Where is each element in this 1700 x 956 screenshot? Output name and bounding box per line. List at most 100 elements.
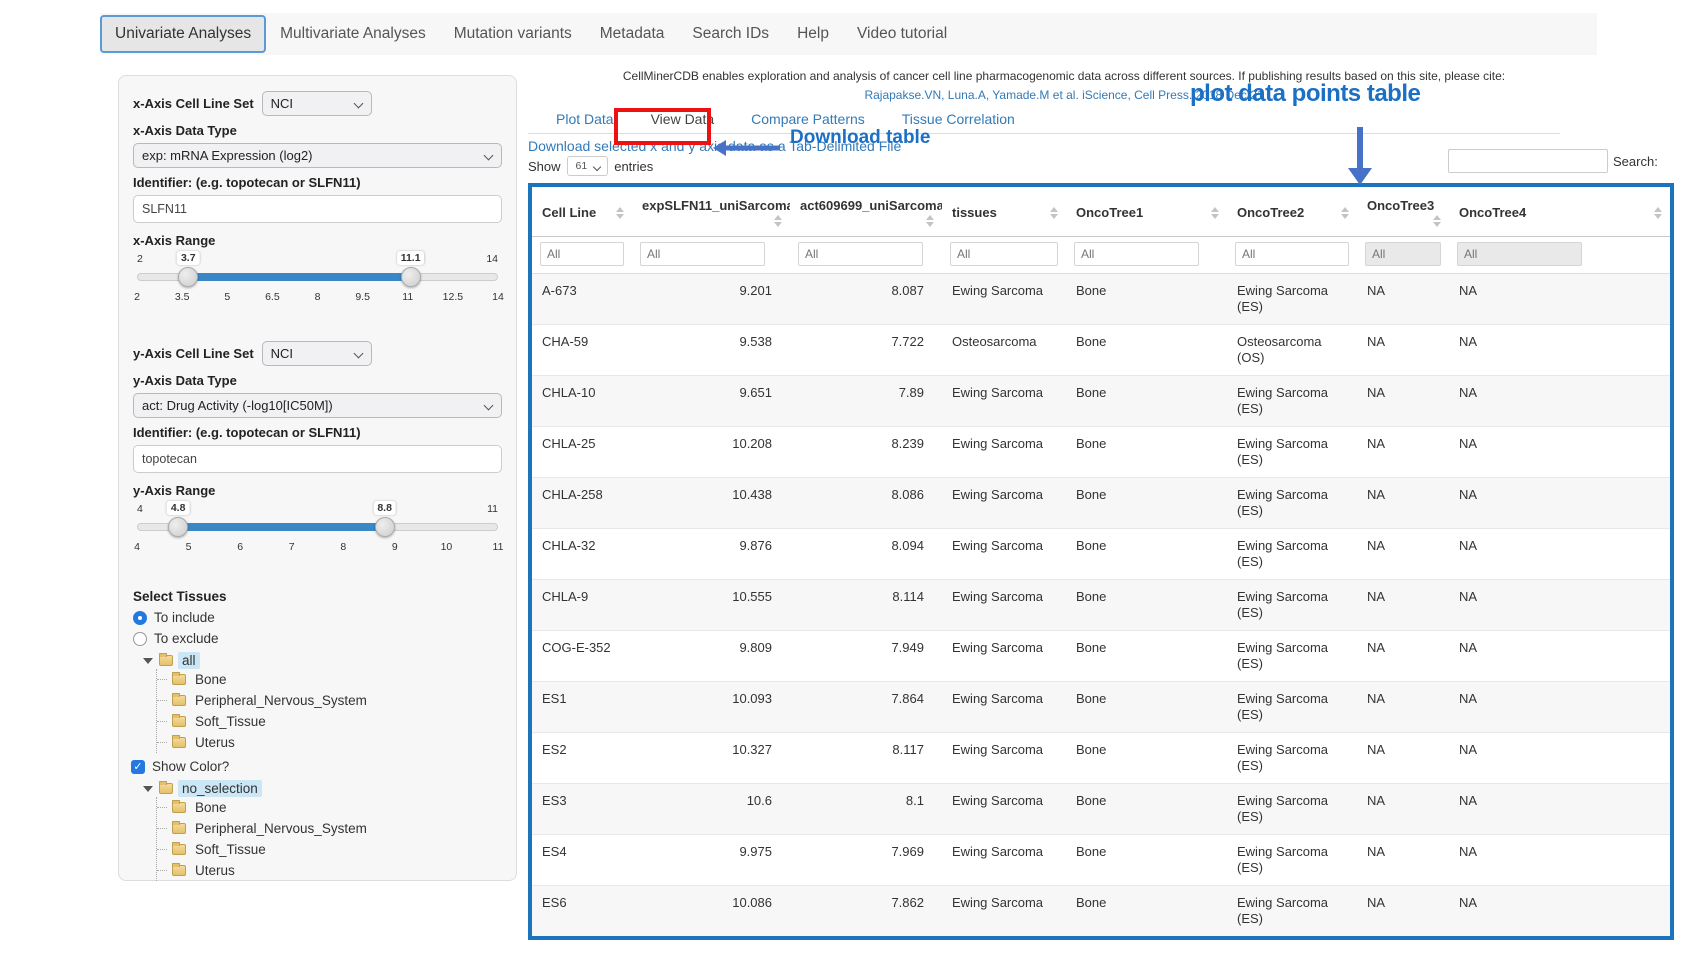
column-header-oncotree3[interactable]: OncoTree3 — [1357, 187, 1449, 237]
cell-tissues: Ewing Sarcoma — [942, 580, 1066, 631]
cell-expslfn11_unisarcoma: 10.208 — [632, 427, 790, 478]
sort-asc-icon — [616, 207, 624, 212]
nav-item-help[interactable]: Help — [783, 16, 843, 52]
tissue-select-tree-node-peripheral_nervous_system[interactable]: Peripheral_Nervous_System — [157, 690, 502, 711]
sort-icon[interactable] — [616, 207, 624, 219]
column-header-oncotree4[interactable]: OncoTree4 — [1449, 187, 1670, 237]
table-row[interactable]: CHLA-2510.2088.239Ewing SarcomaBoneEwing… — [532, 427, 1670, 478]
column-filter-input[interactable] — [640, 242, 765, 266]
sort-icon[interactable] — [1433, 215, 1441, 227]
cell-oncotree2: Ewing Sarcoma (ES) — [1227, 682, 1357, 733]
tissue-select-tree-root[interactable]: all — [143, 652, 502, 669]
column-header-act609699_unisarcoma[interactable]: act609699_uniSarcoma — [790, 187, 942, 237]
y-range-low-handle[interactable] — [168, 517, 188, 537]
nav-item-search-ids[interactable]: Search IDs — [678, 16, 783, 52]
x-axis-cell-line-set-select[interactable]: NCI — [262, 91, 372, 116]
cell-oncotree4: NA — [1449, 376, 1670, 427]
column-header-oncotree1[interactable]: OncoTree1 — [1066, 187, 1227, 237]
show-label: Show — [528, 159, 561, 174]
tissue-color-tree-node-soft_tissue[interactable]: Soft_Tissue — [157, 839, 502, 860]
table-row[interactable]: ES310.68.1Ewing SarcomaBoneEwing Sarcoma… — [532, 784, 1670, 835]
tissues-include-option[interactable]: To include — [133, 610, 502, 625]
table-row[interactable]: COG-E-3529.8097.949Ewing SarcomaBoneEwin… — [532, 631, 1670, 682]
show-color-option[interactable]: ✓ Show Color? — [131, 759, 502, 774]
table-row[interactable]: CHLA-910.5558.114Ewing SarcomaBoneEwing … — [532, 580, 1670, 631]
cell-oncotree3: NA — [1357, 529, 1449, 580]
citation-link[interactable]: Rajapakse.VN, Luna.A, Yamade.M et al. iS… — [528, 88, 1600, 102]
nav-item-metadata[interactable]: Metadata — [586, 16, 679, 52]
x-axis-data-type-select[interactable]: exp: mRNA Expression (log2) — [133, 143, 502, 168]
tissue-select-tree-node-soft_tissue[interactable]: Soft_Tissue — [157, 711, 502, 732]
table-row[interactable]: ES610.0867.862Ewing SarcomaBoneEwing Sar… — [532, 886, 1670, 937]
table-row[interactable]: ES710.7288.249Ewing SarcomaBoneEwing Sar… — [532, 937, 1670, 941]
sort-icon[interactable] — [1341, 207, 1349, 219]
column-filter-input[interactable] — [798, 242, 923, 266]
column-header-cell line[interactable]: Cell Line — [532, 187, 632, 237]
y-axis-data-type-select[interactable]: act: Drug Activity (-log10[IC50M]) — [133, 393, 502, 418]
y-axis-cell-line-set-select[interactable]: NCI — [262, 341, 372, 366]
sort-icon[interactable] — [774, 215, 782, 227]
cell-oncotree2: Ewing Sarcoma (ES) — [1227, 376, 1357, 427]
sort-icon[interactable] — [1211, 207, 1219, 219]
table-row[interactable]: ES49.9757.969Ewing SarcomaBoneEwing Sarc… — [532, 835, 1670, 886]
column-header-tissues[interactable]: tissues — [942, 187, 1066, 237]
column-header-expslfn11_unisarcoma[interactable]: expSLFN11_uniSarcoma — [632, 187, 790, 237]
nav-item-univariate-analyses[interactable]: Univariate Analyses — [100, 15, 266, 53]
tree-expander-icon[interactable] — [143, 658, 153, 664]
sort-icon[interactable] — [1654, 207, 1662, 219]
y-axis-range-slider[interactable]: 4114.88.84567891011 — [137, 503, 498, 557]
x-range-high-handle[interactable] — [401, 267, 421, 287]
tissue-select-tree-node-uterus[interactable]: Uterus — [157, 732, 502, 753]
show-color-checkbox[interactable]: ✓ — [131, 760, 145, 774]
tab-tissue-correlation[interactable]: Tissue Correlation — [902, 111, 1015, 127]
cell-oncotree1: Bone — [1066, 682, 1227, 733]
tissue-color-tree-node-peripheral_nervous_system[interactable]: Peripheral_Nervous_System — [157, 818, 502, 839]
column-filter-input[interactable] — [950, 242, 1058, 266]
x-range-low-handle[interactable] — [178, 267, 198, 287]
column-header-oncotree2[interactable]: OncoTree2 — [1227, 187, 1357, 237]
column-filter-input[interactable] — [1457, 242, 1582, 266]
cell-expslfn11_unisarcoma: 10.728 — [632, 937, 790, 941]
table-row[interactable]: ES110.0937.864Ewing SarcomaBoneEwing Sar… — [532, 682, 1670, 733]
tree-expander-icon[interactable] — [143, 786, 153, 792]
column-filter-input[interactable] — [1365, 242, 1441, 266]
table-row[interactable]: CHLA-109.6517.89Ewing SarcomaBoneEwing S… — [532, 376, 1670, 427]
tab-compare-patterns[interactable]: Compare Patterns — [751, 111, 865, 127]
y-range-tick: 9 — [392, 541, 398, 553]
table-search-input[interactable] — [1448, 149, 1608, 173]
tissues-exclude-option[interactable]: To exclude — [133, 631, 502, 646]
table-row[interactable]: CHA-599.5387.722OsteosarcomaBoneOsteosar… — [532, 325, 1670, 376]
x-axis-identifier-input[interactable] — [133, 195, 502, 223]
y-axis-identifier-label: Identifier: (e.g. topotecan or SLFN11) — [133, 425, 502, 440]
column-filter-input[interactable] — [1074, 242, 1199, 266]
column-filter-input[interactable] — [540, 242, 624, 266]
nav-item-mutation-variants[interactable]: Mutation variants — [440, 16, 586, 52]
cell-oncotree3: NA — [1357, 682, 1449, 733]
cell-act609699_unisarcoma: 7.89 — [790, 376, 942, 427]
x-axis-range-slider[interactable]: 2143.711.123.556.589.51112.514 — [137, 253, 498, 307]
nav-item-multivariate-analyses[interactable]: Multivariate Analyses — [266, 16, 440, 52]
page-size-select[interactable]: 61 — [567, 156, 609, 176]
cell-oncotree4: NA — [1449, 580, 1670, 631]
table-row[interactable]: ES210.3278.117Ewing SarcomaBoneEwing Sar… — [532, 733, 1670, 784]
x-axis-cell-line-set-label: x-Axis Cell Line Set — [133, 96, 254, 111]
include-radio[interactable] — [133, 611, 147, 625]
exclude-radio[interactable] — [133, 632, 147, 646]
tissue-color-tree-node-bone[interactable]: Bone — [157, 797, 502, 818]
nav-item-video-tutorial[interactable]: Video tutorial — [843, 16, 961, 52]
column-filter-input[interactable] — [1235, 242, 1349, 266]
tissue-color-tree-node-uterus[interactable]: Uterus — [157, 860, 502, 881]
x-axis-identifier-label: Identifier: (e.g. topotecan or SLFN11) — [133, 175, 502, 190]
y-axis-identifier-input[interactable] — [133, 445, 502, 473]
sort-icon[interactable] — [1050, 207, 1058, 219]
x-axis-data-type-label: x-Axis Data Type — [133, 123, 502, 138]
table-row[interactable]: A-6739.2018.087Ewing SarcomaBoneEwing Sa… — [532, 274, 1670, 325]
table-row[interactable]: CHLA-25810.4388.086Ewing SarcomaBoneEwin… — [532, 478, 1670, 529]
tissue-color-tree-root[interactable]: no_selection — [143, 780, 502, 797]
y-range-high-handle[interactable] — [375, 517, 395, 537]
table-row[interactable]: CHLA-329.8768.094Ewing SarcomaBoneEwing … — [532, 529, 1670, 580]
tissue-select-tree-node-bone[interactable]: Bone — [157, 669, 502, 690]
cell-cell line: ES4 — [532, 835, 632, 886]
sort-icon[interactable] — [926, 215, 934, 227]
tab-plot-data[interactable]: Plot Data — [556, 111, 614, 127]
